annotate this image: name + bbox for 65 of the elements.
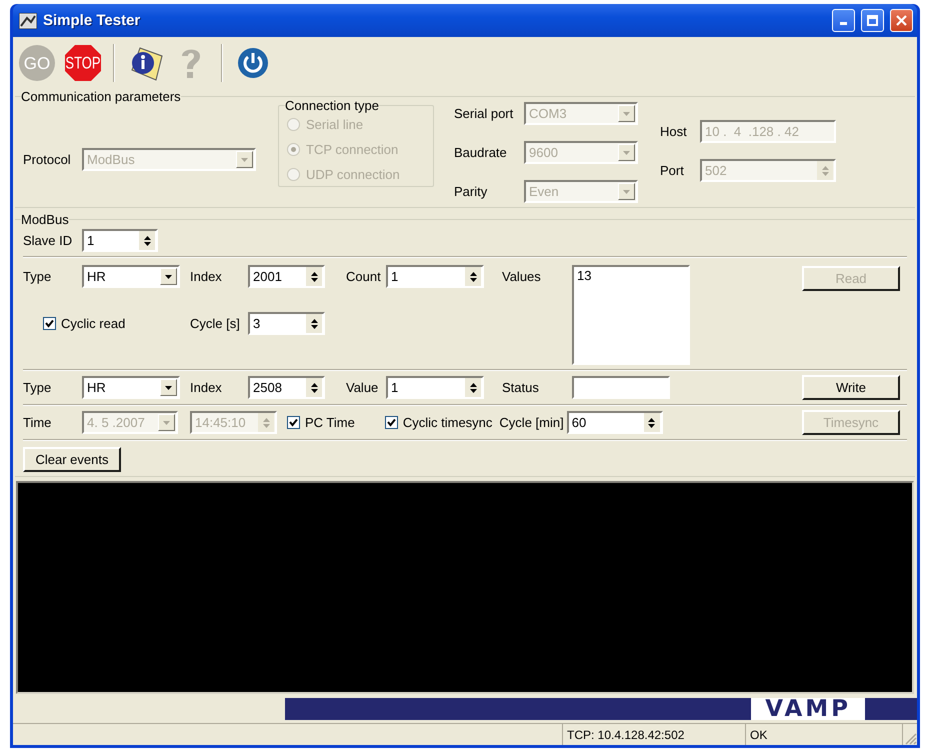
close-icon <box>896 15 907 26</box>
field-label: Serial port <box>454 106 514 121</box>
checkbox-label: PC Time <box>305 415 355 430</box>
maximize-button[interactable] <box>861 9 884 32</box>
field-label: Cycle [s] <box>190 316 241 331</box>
close-button[interactable] <box>890 9 913 32</box>
value-spinner[interactable]: 1 <box>386 376 484 399</box>
app-icon <box>19 12 37 28</box>
logo: VAMP <box>751 698 865 720</box>
count-spinner[interactable]: 1 <box>386 265 484 288</box>
slave-id-spinner[interactable]: 1 <box>82 229 158 252</box>
window-title: Simple Tester <box>43 12 142 29</box>
panel-legend: ModBus <box>21 212 69 227</box>
checkbox[interactable] <box>384 416 398 429</box>
panel-legend: Communication parameters <box>21 89 181 104</box>
field-label: Port <box>660 163 685 178</box>
radio-label: Serial line <box>306 117 364 132</box>
index-spinner[interactable]: 2001 <box>248 265 325 288</box>
power-icon <box>237 47 269 79</box>
field-label: Baudrate <box>454 145 508 160</box>
type-dropdown[interactable]: HR <box>82 376 180 399</box>
spin-arrows-icon[interactable] <box>139 231 155 250</box>
field-label: Host <box>660 124 688 139</box>
field-label: Cycle [min] <box>499 415 564 430</box>
field-label: Count <box>346 269 382 284</box>
type-dropdown[interactable]: HR <box>82 265 180 288</box>
list-item[interactable]: 13 <box>577 268 685 283</box>
cycle-spinner[interactable]: 3 <box>248 312 325 335</box>
stop-button[interactable]: STOP <box>63 43 103 83</box>
checkbox[interactable] <box>287 416 300 429</box>
field-label: Slave ID <box>23 233 74 248</box>
maximize-icon <box>867 15 878 26</box>
field-label: Values <box>502 269 542 284</box>
field-label: Index <box>190 269 223 284</box>
minimize-button[interactable] <box>832 9 855 32</box>
field-label: Value <box>346 380 380 395</box>
checkbox-label: Cyclic read <box>61 316 126 331</box>
field-label: Protocol <box>23 152 72 167</box>
values-list[interactable]: 13 <box>572 265 690 365</box>
write-button[interactable]: Write <box>802 375 900 400</box>
spin-arrows-icon[interactable] <box>465 267 481 286</box>
spin-arrows-icon[interactable] <box>644 413 660 432</box>
field-label: Index <box>190 380 223 395</box>
resize-grip-icon <box>903 731 917 745</box>
checkbox-label: Cyclic timesync <box>402 415 492 430</box>
status-field[interactable] <box>572 376 670 399</box>
spin-arrows-icon[interactable] <box>306 378 322 397</box>
radio-label: TCP connection <box>306 142 398 157</box>
status-text: TCP: 10.4.128.42:502 <box>563 724 746 745</box>
spin-arrows-icon[interactable] <box>465 378 481 397</box>
spin-arrows-icon[interactable] <box>306 267 322 286</box>
clear-events-button[interactable]: Clear events <box>23 447 121 472</box>
radio-dot-icon <box>291 147 296 152</box>
field-label: Type <box>23 269 52 284</box>
index-spinner[interactable]: 2508 <box>248 376 325 399</box>
field-label: Type <box>23 380 52 395</box>
field-label: Parity <box>454 184 488 199</box>
group-legend: Connection type <box>285 98 379 113</box>
radio-label: UDP connection <box>306 167 400 182</box>
cycle-minutes-spinner[interactable]: 60 <box>566 411 663 434</box>
field-label: Time <box>23 415 52 430</box>
spin-arrows-icon[interactable] <box>306 314 322 333</box>
checkbox[interactable] <box>43 317 56 330</box>
status-text: OK <box>746 724 903 745</box>
field-label: Status <box>502 380 540 395</box>
